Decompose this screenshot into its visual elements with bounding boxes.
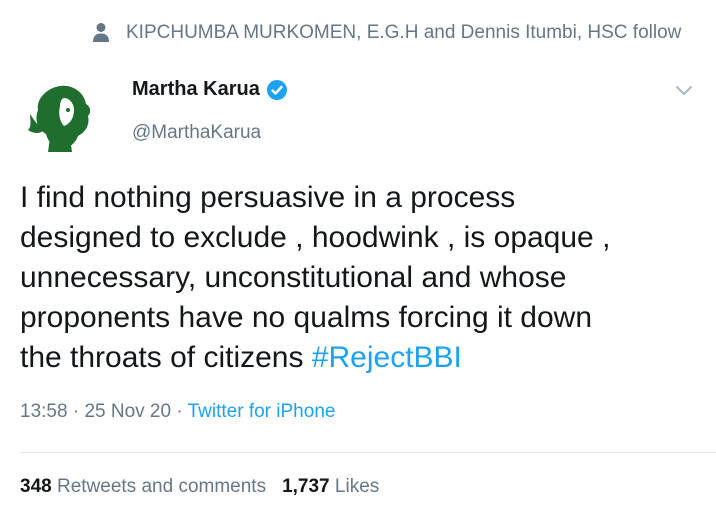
chevron-down-icon[interactable] — [674, 80, 694, 100]
tweet-date[interactable]: 25 Nov 20 — [84, 401, 171, 422]
tweet-line: unnecessary, unconstitutional and whose — [20, 261, 567, 294]
tweet-line: designed to exclude , hoodwink , is opaq… — [20, 221, 611, 254]
tweet-line: the throats of citizens — [20, 341, 312, 374]
social-context-text: KIPCHUMBA MURKOMEN, E.G.H and Dennis Itu… — [126, 22, 682, 43]
tweet-stats: 348 Retweets and comments 1,737 Likes — [20, 476, 379, 498]
avatar[interactable] — [20, 76, 104, 160]
retweets-count: 348 — [20, 476, 52, 497]
tweet-time[interactable]: 13:58 — [20, 401, 68, 422]
meta-separator: · — [67, 401, 85, 422]
divider — [20, 452, 716, 453]
meta-separator: · — [171, 401, 188, 422]
tweet-text: I find nothing persuasive in a process d… — [20, 178, 700, 378]
likes-label: Likes — [334, 476, 380, 497]
retweets-label: Retweets and comments — [56, 476, 267, 497]
likes-stat[interactable]: 1,737 Likes — [282, 476, 379, 497]
author-handle[interactable]: @MarthaKarua — [132, 122, 261, 144]
tweet-line: proponents have no qualms forcing it dow… — [20, 301, 593, 334]
tweet-line-last: the throats of citizens #RejectBBI — [20, 338, 700, 378]
tweet-source-link[interactable]: Twitter for iPhone — [188, 401, 336, 422]
hashtag-link[interactable]: #RejectBBI — [312, 341, 462, 374]
likes-count: 1,737 — [282, 476, 330, 497]
retweets-stat[interactable]: 348 Retweets and comments — [20, 476, 266, 497]
verified-badge-icon — [266, 79, 287, 100]
author-name[interactable]: Martha Karua — [132, 78, 260, 101]
social-context[interactable]: KIPCHUMBA MURKOMEN, E.G.H and Dennis Itu… — [92, 20, 681, 46]
person-icon — [93, 23, 109, 42]
tweet-line: I find nothing persuasive in a process — [20, 181, 516, 214]
avatar-silhouette-icon — [20, 76, 104, 160]
tweet-meta: 13:58 · 25 Nov 20 · Twitter for iPhone — [20, 401, 335, 423]
author-name-row[interactable]: Martha Karua — [132, 78, 288, 101]
